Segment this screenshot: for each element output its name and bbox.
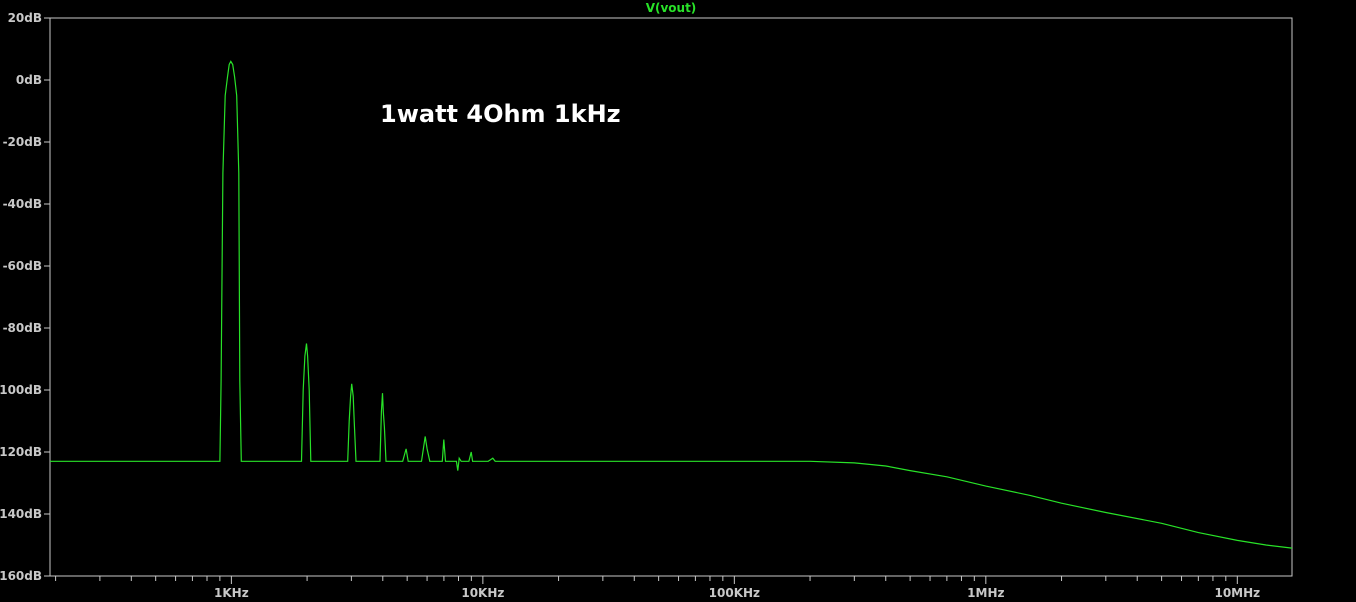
plot-background	[0, 0, 1356, 602]
y-tick-label: -60dB	[3, 259, 42, 273]
x-tick-label: 100KHz	[709, 586, 760, 600]
y-tick-label: 20dB	[8, 11, 42, 25]
y-tick-label: -40dB	[3, 197, 42, 211]
x-tick-label: 10KHz	[461, 586, 504, 600]
y-tick-label: -120dB	[0, 445, 42, 459]
plot-annotation: 1watt 4Ohm 1kHz	[380, 100, 621, 128]
y-tick-label: -160dB	[0, 569, 42, 583]
x-tick-label: 10MHz	[1214, 586, 1260, 600]
y-tick-label: -20dB	[3, 135, 42, 149]
y-tick-label: 0dB	[16, 73, 42, 87]
y-tick-label: -100dB	[0, 383, 42, 397]
y-tick-label: -80dB	[3, 321, 42, 335]
y-tick-label: -140dB	[0, 507, 42, 521]
bode-plot: V(vout) 1watt 4Ohm 1kHz 20dB 0dB -20dB -40d…	[0, 0, 1356, 602]
x-tick-label: 1KHz	[214, 586, 249, 600]
trace-title[interactable]: V(vout)	[646, 1, 697, 15]
x-tick-label: 1MHz	[967, 586, 1004, 600]
